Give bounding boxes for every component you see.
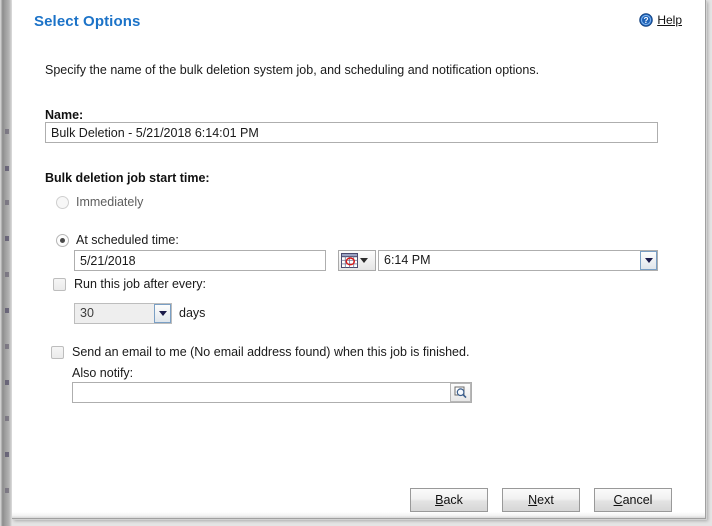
- recurrence-interval-combo[interactable]: 30: [74, 303, 172, 324]
- scheduled-time-dropdown-button[interactable]: [640, 251, 657, 270]
- help-accel: H: [657, 13, 666, 27]
- svg-text:?: ?: [644, 15, 649, 25]
- next-rest: ext: [537, 493, 554, 507]
- checkbox-send-email[interactable]: Send an email to me (No email address fo…: [51, 345, 469, 359]
- radio-immediately[interactable]: Immediately: [56, 195, 143, 209]
- next-accel: N: [528, 493, 538, 507]
- calendar-icon: [341, 253, 358, 268]
- cancel-accel: C: [613, 493, 623, 507]
- help-circle-icon: ?: [639, 13, 654, 27]
- background-window-content: [5, 166, 9, 171]
- background-window-content: [5, 380, 9, 385]
- radio-immediately-indicator: [56, 195, 69, 209]
- cancel-rest: ancel: [622, 493, 653, 507]
- back-rest: ack: [443, 493, 463, 507]
- cancel-button-label: Cancel: [614, 493, 653, 507]
- background-window-content: [5, 416, 9, 421]
- chevron-down-icon: [644, 258, 653, 263]
- back-button[interactable]: Back: [410, 488, 488, 512]
- recurrence-interval-value: 30: [80, 306, 94, 320]
- screen-background: Select Options ? Help Specify the name o…: [0, 0, 712, 526]
- back-button-label: Back: [435, 493, 463, 507]
- next-button-label: Next: [528, 493, 554, 507]
- chevron-down-icon: [158, 311, 167, 316]
- radio-at-scheduled-time[interactable]: At scheduled time:: [56, 233, 179, 247]
- scheduled-date-input[interactable]: [74, 250, 326, 271]
- checkbox-send-email-box: [51, 345, 64, 359]
- recurrence-interval-dropdown-button[interactable]: [154, 304, 171, 323]
- background-window-content: [5, 488, 9, 493]
- scheduled-time-value: 6:14 PM: [384, 253, 431, 267]
- name-label: Name:: [45, 108, 84, 122]
- checkbox-run-after-every[interactable]: Run this job after every:: [53, 277, 206, 291]
- checkbox-run-after-every-label: Run this job after every:: [74, 277, 207, 291]
- help-rest: elp: [665, 13, 682, 27]
- recurrence-unit-label: days: [179, 306, 206, 320]
- name-input[interactable]: [45, 122, 658, 143]
- radio-at-scheduled-time-label: At scheduled time:: [76, 233, 179, 247]
- lookup-search-icon: [454, 386, 467, 399]
- background-window-content: [5, 272, 9, 277]
- background-window-content: [5, 236, 9, 241]
- intro-text: Specify the name of the bulk deletion sy…: [45, 63, 540, 77]
- background-window-content: [5, 129, 9, 134]
- help-label: Help: [657, 13, 682, 27]
- date-picker-chevron-down-icon: [360, 258, 368, 263]
- background-window-content: [5, 452, 9, 457]
- date-picker-button[interactable]: [338, 250, 376, 271]
- radio-immediately-label: Immediately: [76, 195, 144, 209]
- scheduled-time-combo[interactable]: 6:14 PM: [378, 250, 658, 271]
- start-time-label: Bulk deletion job start time:: [45, 171, 210, 185]
- also-notify-label: Also notify:: [72, 366, 134, 380]
- select-options-dialog: Select Options ? Help Specify the name o…: [12, 0, 706, 519]
- background-window-content: [5, 308, 9, 313]
- radio-at-scheduled-time-indicator: [56, 233, 69, 247]
- also-notify-input[interactable]: [72, 382, 472, 403]
- page-title: Select Options: [34, 13, 141, 30]
- checkbox-send-email-label: Send an email to me (No email address fo…: [72, 345, 470, 359]
- dialog-body: Specify the name of the bulk deletion sy…: [12, 42, 705, 518]
- cancel-button[interactable]: Cancel: [594, 488, 672, 512]
- dialog-header: Select Options ? Help: [12, 0, 705, 42]
- also-notify-lookup-button[interactable]: [450, 383, 471, 402]
- checkbox-run-after-every-box: [53, 277, 66, 291]
- background-window-content: [5, 344, 9, 349]
- help-link[interactable]: ? Help: [639, 13, 682, 27]
- next-button[interactable]: Next: [502, 488, 580, 512]
- background-window-content: [5, 200, 9, 205]
